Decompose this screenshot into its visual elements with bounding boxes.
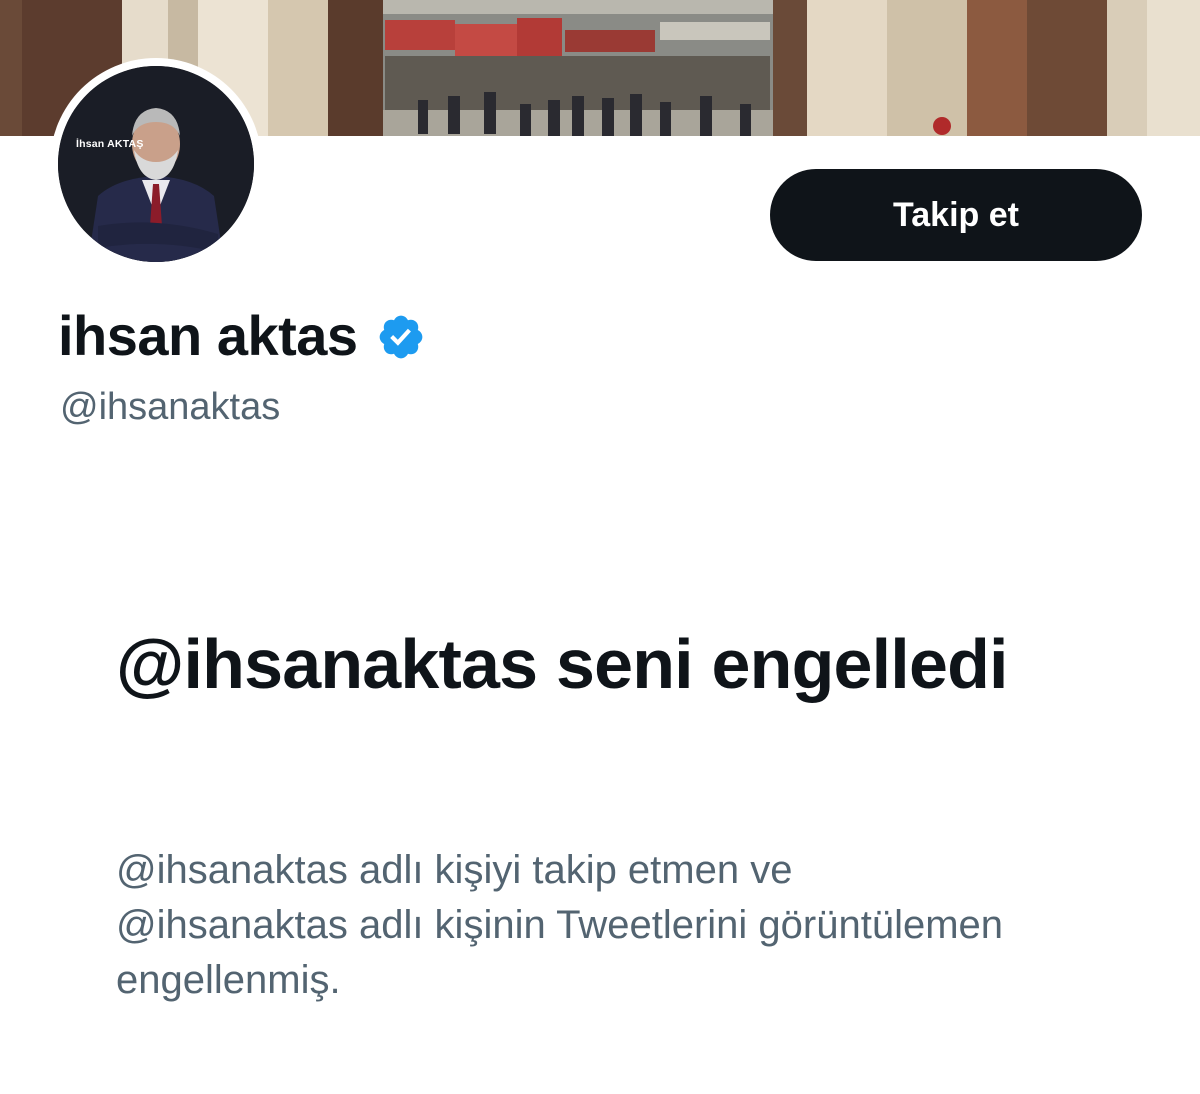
avatar-portrait <box>58 66 254 262</box>
blocked-description: @ihsanaktas adlı kişiyi takip etmen ve @… <box>116 848 1004 1002</box>
avatar[interactable]: İhsan AKTAŞ <box>58 66 254 262</box>
display-name-row: ihsan aktas <box>58 300 426 370</box>
verified-badge-icon[interactable] <box>376 312 426 362</box>
blocked-title: @ihsanaktas seni engelledi <box>116 625 1009 703</box>
display-name: ihsan aktas <box>58 303 358 367</box>
follow-button[interactable]: Takip et <box>770 169 1142 261</box>
avatar-caption: İhsan AKTAŞ <box>76 138 144 150</box>
profile-handle: @ihsanaktas <box>60 386 281 428</box>
